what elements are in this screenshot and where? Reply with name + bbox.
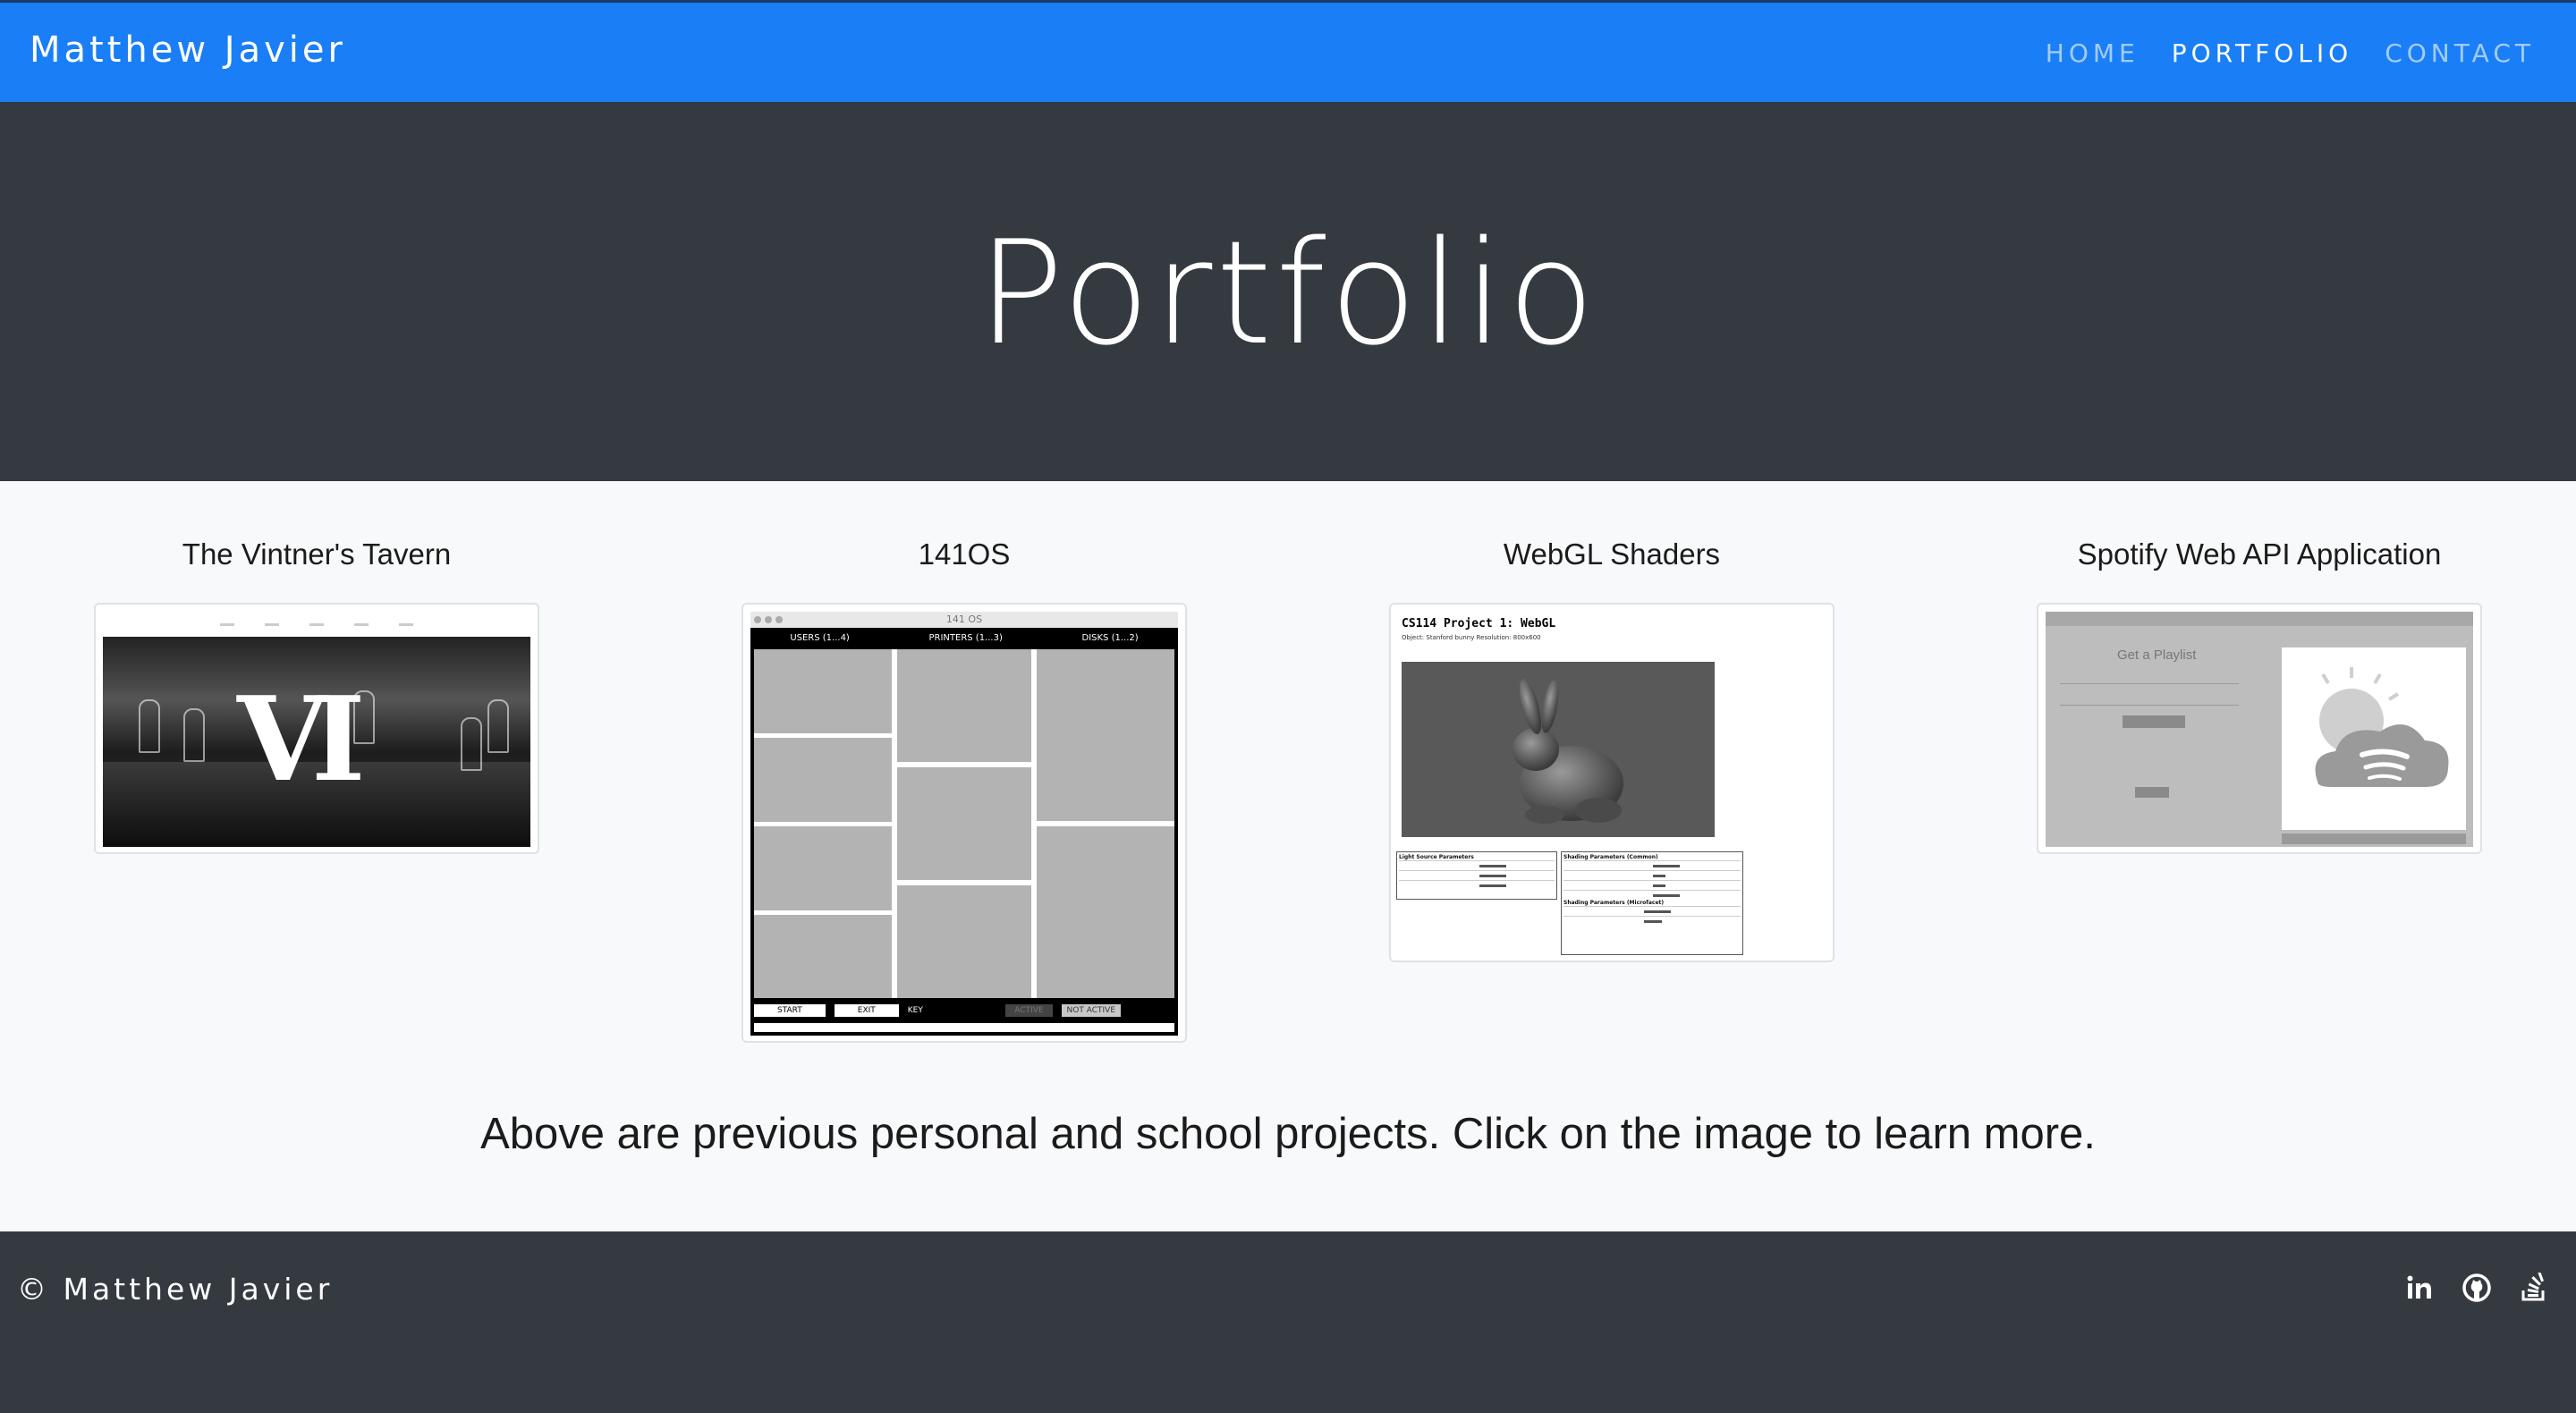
spotify-heading: Get a Playlist (2117, 647, 2197, 663)
os-active: ACTIVE (1005, 1004, 1053, 1017)
weather-music-image (2282, 647, 2466, 830)
light-panel-title: Light Source Parameters (1399, 854, 1474, 860)
webgl-options: Object: Stanford bunny Resolution: 800x6… (1402, 634, 1541, 641)
thumbnail-nav (103, 612, 530, 637)
linkedin-icon[interactable] (2404, 1273, 2435, 1303)
project-title: WebGL Shaders (1503, 537, 1721, 571)
navbar: Matthew Javier HOME PORTFOLIO CONTACT (0, 0, 2576, 102)
os-footer: START EXIT KEY ACTIVE NOT ACTIVE (754, 1002, 1174, 1020)
vintner-logo: VI (237, 671, 366, 808)
shading-panel-title: Shading Parameters (Common) (1563, 854, 1658, 860)
portfolio-caption: Above are previous personal and school p… (480, 1110, 2096, 1158)
os-header-printers: PRINTERS (1...3) (928, 632, 1003, 643)
shading-panel: Shading Parameters (Common) Shading Para… (1561, 851, 1743, 955)
os-not-active: NOT ACTIVE (1061, 1004, 1121, 1017)
project-thumbnail-141os[interactable]: 141 OS USERS (1...4) PRINTERS (1...3) DI… (741, 603, 1187, 1043)
project-card-vintners-tavern: The Vintner's Tavern VI (94, 533, 539, 854)
nav-links: HOME PORTFOLIO CONTACT (2013, 38, 2535, 68)
webgl-canvas (1402, 662, 1715, 837)
os-window: 141 OS USERS (1...4) PRINTERS (1...3) DI… (750, 612, 1178, 1036)
copyright: © Matthew Javier (17, 1272, 334, 1307)
os-exit: EXIT (834, 1004, 899, 1017)
restaurant-photo: VI (103, 637, 530, 847)
project-title: The Vintner's Tavern (182, 537, 452, 571)
project-thumbnail-vintners-tavern[interactable]: VI (94, 603, 539, 854)
os-start: START (754, 1004, 826, 1017)
os-headers: USERS (1...4) PRINTERS (1...3) DISKS (1.… (750, 628, 1178, 647)
os-header-users: USERS (1...4) (790, 632, 850, 643)
nav-home[interactable]: HOME (2046, 38, 2140, 68)
nav-portfolio[interactable]: PORTFOLIO (2172, 38, 2353, 68)
project-card-spotify: Spotify Web API Application Get a Playli… (2037, 533, 2482, 854)
micro-panel-title: Shading Parameters (Microfacet) (1563, 900, 1665, 906)
bunny-render (1513, 679, 1623, 824)
project-card-141os: 141OS 141 OS USERS (1...4) PRINTERS (1..… (741, 533, 1187, 1043)
os-header-disks: DISKS (1...2) (1081, 632, 1139, 643)
project-thumbnail-webgl-shaders[interactable]: CS114 Project 1: WebGL Object: Stanford … (1389, 603, 1835, 962)
hero-banner: Portfolio (0, 102, 2576, 481)
stackoverflow-icon[interactable] (2519, 1271, 2549, 1303)
project-title: Spotify Web API Application (2077, 537, 2442, 571)
light-panel: Light Source Parameters (1396, 851, 1557, 900)
project-title: 141OS (918, 537, 1011, 571)
webgl-heading: CS114 Project 1: WebGL (1402, 617, 1556, 630)
footer: © Matthew Javier (0, 1231, 2576, 1413)
navbar-brand[interactable]: Matthew Javier (30, 30, 346, 71)
os-key: KEY (907, 1006, 923, 1015)
social-links (2404, 1271, 2549, 1303)
page-title: Portfolio (977, 209, 1599, 377)
os-title: 141 OS (945, 613, 983, 625)
os-titlebar: 141 OS (750, 612, 1178, 628)
os-grid (754, 649, 1174, 998)
spotify-app: Get a Playlist (2046, 612, 2473, 847)
project-card-webgl-shaders: WebGL Shaders CS114 Project 1: WebGL Obj… (1389, 533, 1835, 962)
nav-contact[interactable]: CONTACT (2385, 38, 2535, 68)
project-thumbnail-spotify[interactable]: Get a Playlist (2037, 603, 2482, 854)
github-icon[interactable] (2462, 1273, 2492, 1303)
